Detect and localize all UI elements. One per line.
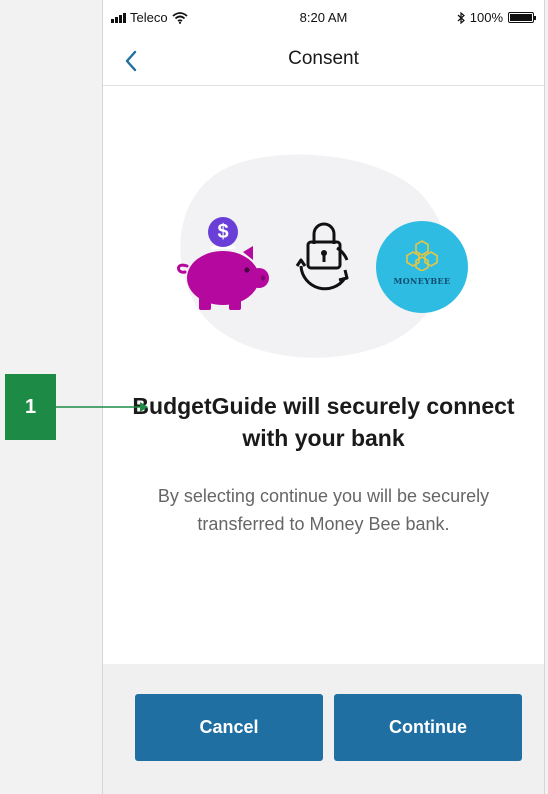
status-bar: Teleco 8:20 AM 100%	[103, 0, 544, 36]
annotation-arrow-icon	[56, 402, 148, 412]
cancel-button[interactable]: Cancel	[135, 694, 323, 761]
phone-screen: Teleco 8:20 AM 100% Consent $ MONEYBEE B…	[102, 0, 545, 794]
coin-symbol: $	[217, 221, 229, 243]
battery-icon	[508, 12, 536, 23]
description-text: By selecting continue you will be secure…	[157, 486, 490, 534]
page-title: Consent	[288, 48, 359, 69]
continue-button[interactable]: Continue	[334, 694, 522, 761]
action-footer: Cancel Continue	[103, 664, 544, 794]
bluetooth-icon	[457, 11, 465, 24]
annotation-marker: 1	[5, 374, 56, 440]
status-right: 100%	[457, 10, 536, 25]
moneybee-logo-text: MONEYBEE	[393, 276, 451, 286]
honeycomb-icon	[406, 240, 438, 271]
headline: BudgetGuide will securely connect with y…	[132, 393, 515, 451]
battery-percent: 100%	[469, 10, 503, 25]
nav-bar: Consent	[103, 36, 544, 86]
moneybee-logo: MONEYBEE	[376, 221, 468, 313]
lock-sync-icon	[295, 222, 349, 291]
